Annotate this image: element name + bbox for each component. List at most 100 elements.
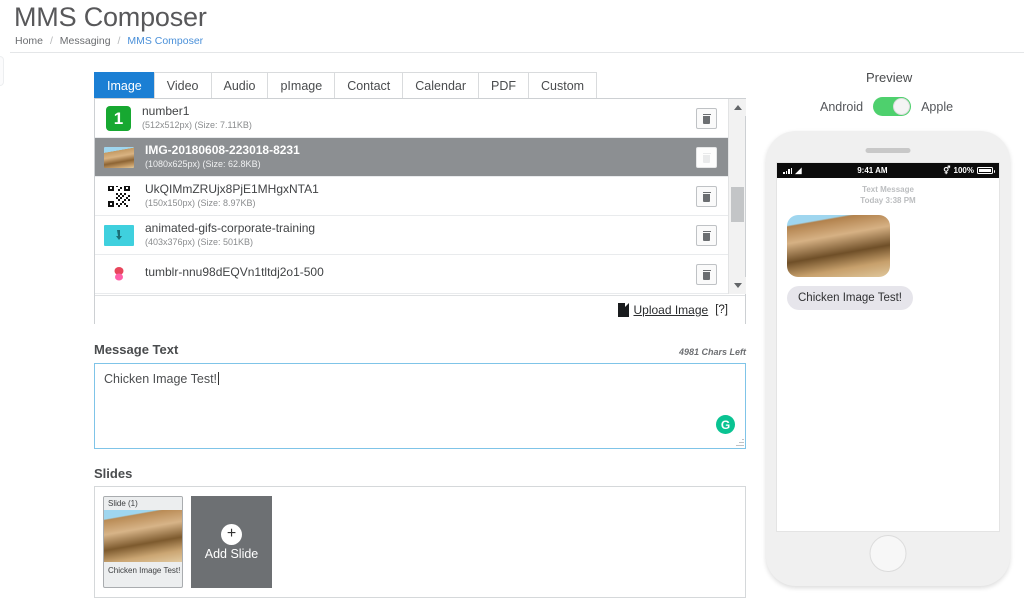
- file-name: animated-gifs-corporate-training: [145, 221, 316, 236]
- file-list: 1 number1 (512x512px) (Size: 7.11KB) IMG…: [95, 99, 728, 294]
- message-text-input[interactable]: Chicken Image Test! G: [94, 363, 746, 449]
- toggle-label-android[interactable]: Android: [820, 100, 863, 114]
- file-info: IMG-20180608-223018-8231 (1080x625px) (S…: [145, 144, 300, 169]
- trash-icon: [702, 113, 711, 124]
- upload-image-label: Upload Image: [633, 303, 709, 317]
- breadcrumb: Home / Messaging / MMS Composer: [15, 35, 203, 47]
- toggle-label-apple[interactable]: Apple: [921, 100, 953, 114]
- cyan-gif-icon: [104, 224, 134, 246]
- document-icon: [618, 303, 630, 317]
- tab-pdf[interactable]: PDF: [478, 72, 530, 99]
- preview-title: Preview: [866, 70, 913, 85]
- signal-icon: [783, 167, 793, 174]
- delete-button[interactable]: [696, 225, 717, 246]
- file-meta: (512x512px) (Size: 7.11KB): [142, 119, 252, 130]
- chars-left-counter: 4981 Chars Left: [678, 347, 746, 357]
- status-time: 9:41 AM: [857, 166, 888, 175]
- message-text-value: Chicken Image Test!: [104, 372, 220, 386]
- slide-caption: Chicken Image Test!: [108, 566, 181, 575]
- file-info: tumblr-nnu98dEQVn1tltdj2o1-500: [145, 266, 324, 281]
- status-right: ⚥ 100%: [943, 166, 995, 175]
- phone-speaker: [865, 148, 911, 153]
- message-text-bubble: Chicken Image Test!: [787, 285, 913, 310]
- trash-icon: [702, 230, 711, 241]
- qr-code-icon: [104, 185, 134, 207]
- tab-video[interactable]: Video: [153, 72, 212, 99]
- file-meta: (403x376px) (Size: 501KB): [145, 236, 254, 247]
- tab-custom[interactable]: Custom: [528, 72, 598, 99]
- delete-button[interactable]: [696, 264, 717, 285]
- text-caret: [218, 372, 220, 385]
- page-title: MMS Composer: [14, 2, 207, 32]
- mms-composer-page: MMS Composer Home / Messaging / MMS Comp…: [0, 0, 1024, 607]
- table-row[interactable]: animated-gifs-corporate-training (403x37…: [95, 216, 728, 255]
- slide-card[interactable]: Slide (1) Chicken Image Test!: [103, 496, 183, 588]
- table-row[interactable]: 1 number1 (512x512px) (Size: 7.11KB): [95, 99, 728, 138]
- file-info: UkQIMmZRUjx8PjE1MHgxNTA1 (150x150px) (Si…: [145, 183, 319, 208]
- help-icon[interactable]: [?]: [715, 304, 728, 316]
- file-name: IMG-20180608-223018-8231: [145, 143, 300, 158]
- tab-calendar[interactable]: Calendar: [402, 72, 480, 99]
- phone-preview-frame: ◢ 9:41 AM ⚥ 100% Text Message Today 3:38…: [766, 131, 1010, 586]
- breadcrumb-separator: /: [117, 35, 121, 47]
- slide-thumbnail: [104, 510, 182, 562]
- file-info: number1 (512x512px) (Size: 7.11KB): [142, 105, 252, 130]
- file-name: number1: [142, 104, 190, 119]
- wifi-icon: ◢: [795, 166, 802, 175]
- trash-icon: [702, 152, 711, 163]
- upload-area: Upload Image [?]: [95, 295, 745, 324]
- resize-handle-icon[interactable]: [735, 438, 744, 447]
- delete-button[interactable]: [696, 147, 717, 168]
- message-text-label: Message Text: [94, 342, 179, 357]
- scroll-up-icon[interactable]: [729, 99, 746, 116]
- platform-toggle: Android Apple: [820, 97, 953, 116]
- sidebar-collapse-handle[interactable]: [0, 56, 4, 86]
- file-meta: (1080x625px) (Size: 62.8KB): [145, 158, 261, 169]
- file-meta: (150x150px) (Size: 8.97KB): [145, 197, 256, 208]
- breadcrumb-current: MMS Composer: [127, 35, 204, 47]
- file-list-panel: 1 number1 (512x512px) (Size: 7.11KB) IMG…: [94, 98, 746, 324]
- green-number-1-icon: 1: [106, 105, 131, 131]
- scrollbar-thumb[interactable]: [731, 187, 744, 222]
- thread-header: Text Message Today 3:38 PM: [787, 185, 989, 207]
- plus-icon: +: [221, 523, 242, 545]
- file-name: UkQIMmZRUjx8PjE1MHgxNTA1: [145, 182, 319, 197]
- thread-time: Today 3:38 PM: [860, 195, 916, 205]
- breadcrumb-home[interactable]: Home: [15, 35, 43, 47]
- tab-contact[interactable]: Contact: [334, 72, 404, 99]
- scroll-down-icon[interactable]: [729, 277, 746, 294]
- status-left: ◢: [783, 166, 802, 175]
- table-row[interactable]: IMG-20180608-223018-8231 (1080x625px) (S…: [95, 138, 728, 177]
- add-slide-button[interactable]: + Add Slide: [191, 496, 272, 588]
- battery-icon: [977, 167, 995, 174]
- add-slide-label: Add Slide: [204, 546, 259, 561]
- breadcrumb-messaging[interactable]: Messaging: [60, 35, 111, 47]
- delete-button[interactable]: [696, 108, 717, 129]
- upload-image-button[interactable]: Upload Image: [618, 303, 708, 317]
- tab-audio[interactable]: Audio: [210, 72, 269, 99]
- slide-title: Slide (1): [104, 497, 182, 510]
- table-row[interactable]: tumblr-nnu98dEQVn1tltdj2o1-500: [95, 255, 728, 294]
- header-divider: [10, 52, 1024, 53]
- refresh-icon[interactable]: G: [716, 415, 735, 434]
- bluetooth-icon: ⚥: [943, 166, 951, 175]
- message-thread: Text Message Today 3:38 PM Chicken Image…: [777, 178, 999, 310]
- file-info: animated-gifs-corporate-training (403x37…: [145, 222, 315, 247]
- message-image-bubble: [787, 214, 890, 277]
- file-list-scrollbar[interactable]: [728, 99, 746, 294]
- table-row[interactable]: UkQIMmZRUjx8PjE1MHgxNTA1 (150x150px) (Si…: [95, 177, 728, 216]
- phone-screen: ◢ 9:41 AM ⚥ 100% Text Message Today 3:38…: [776, 162, 1000, 532]
- tab-pimage[interactable]: pImage: [267, 72, 336, 99]
- platform-toggle-switch[interactable]: [873, 97, 912, 116]
- toggle-knob: [893, 98, 911, 115]
- delete-button[interactable]: [696, 186, 717, 207]
- battery-percent: 100%: [953, 166, 974, 175]
- chicken-photo-icon: [104, 146, 134, 168]
- phone-home-button[interactable]: [869, 535, 907, 572]
- phone-status-bar: ◢ 9:41 AM ⚥ 100%: [777, 163, 999, 178]
- media-type-tabs: Image Video Audio pImage Contact Calenda…: [94, 72, 598, 99]
- file-name: tumblr-nnu98dEQVn1tltdj2o1-500: [145, 265, 324, 280]
- slides-panel: Slide (1) Chicken Image Test! + Add Slid…: [94, 486, 746, 598]
- tab-image[interactable]: Image: [94, 72, 155, 99]
- breadcrumb-separator: /: [49, 35, 53, 47]
